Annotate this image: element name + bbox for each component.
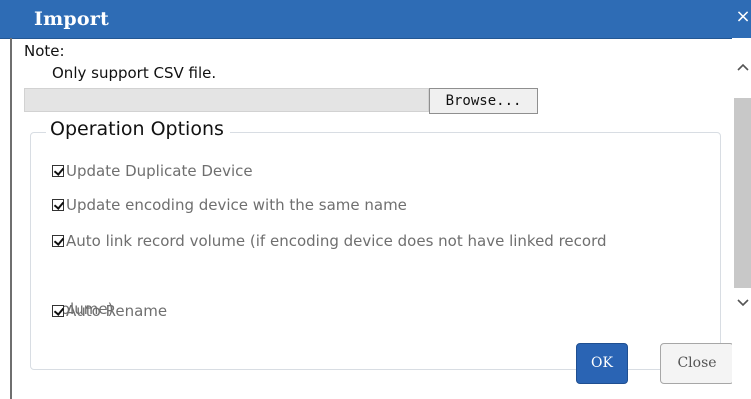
ok-button[interactable]: OK: [576, 343, 628, 384]
vertical-scrollbar[interactable]: [732, 38, 751, 399]
checkbox-checked-icon[interactable]: [52, 199, 64, 211]
chevron-down-icon-svg: [736, 299, 749, 307]
file-path-field[interactable]: [24, 88, 429, 112]
chevron-down-icon[interactable]: [732, 294, 751, 314]
option-label: Update encoding device with the same nam…: [66, 196, 407, 214]
dialog-title: Import: [34, 8, 109, 30]
close-icon[interactable]: ×: [735, 6, 751, 28]
note-text: Only support CSV file.: [52, 64, 217, 82]
dialog-titlebar: Import ×: [0, 0, 751, 39]
option-update-duplicate-device[interactable]: Update Duplicate Device: [52, 162, 253, 180]
dialog-body: Note: Only support CSV file. Browse... O…: [10, 38, 751, 399]
option-auto-rename[interactable]: Auto Rename: [52, 302, 167, 320]
operation-options-legend: Operation Options: [46, 118, 230, 140]
close-button[interactable]: Close: [660, 343, 732, 384]
option-label: Update Duplicate Device: [66, 162, 253, 180]
option-auto-link-record-volume[interactable]: Auto link record volume (if encoding dev…: [52, 232, 607, 250]
option-label: Auto link record volume (if encoding dev…: [66, 232, 607, 250]
scrollbar-thumb[interactable]: [734, 98, 751, 288]
note-label: Note:: [24, 42, 65, 60]
option-update-encoding-device[interactable]: Update encoding device with the same nam…: [52, 196, 407, 214]
import-dialog: Import × Note: Only support CSV file. Br…: [0, 0, 751, 399]
chevron-up-icon[interactable]: [732, 58, 751, 78]
browse-button[interactable]: Browse...: [429, 88, 538, 114]
checkbox-checked-icon[interactable]: [52, 235, 64, 247]
chevron-up-icon-svg: [736, 63, 749, 71]
option-label: Auto Rename: [66, 302, 168, 320]
checkbox-checked-icon[interactable]: [52, 305, 64, 317]
checkbox-checked-icon[interactable]: [52, 165, 64, 177]
dialog-content: Note: Only support CSV file. Browse... O…: [12, 38, 732, 399]
